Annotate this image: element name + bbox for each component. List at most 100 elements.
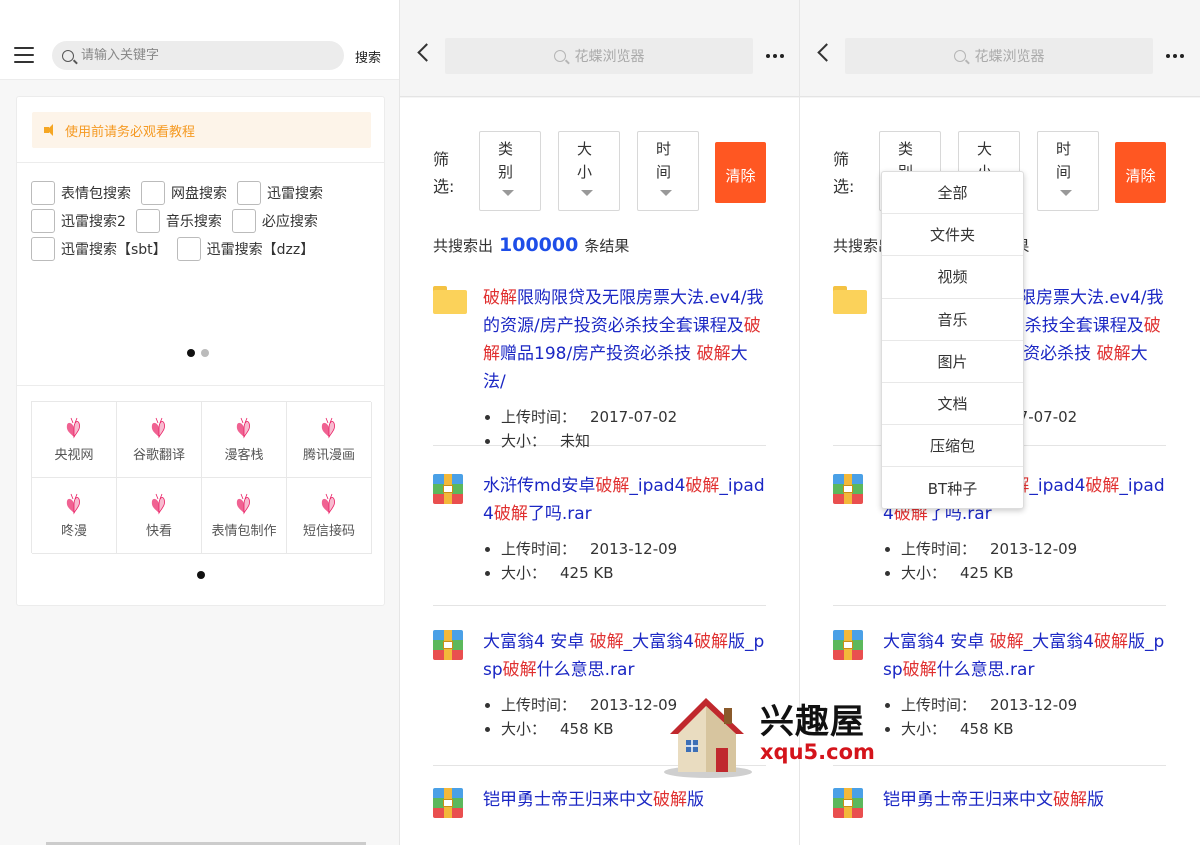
title-highlight: 破解 xyxy=(653,790,687,810)
filter-time[interactable]: 时间 xyxy=(637,131,699,211)
result-item[interactable]: 破解限购限贷及无限房票大法.ev4/我的资源/房产投资必杀技全套课程及破解赠品1… xyxy=(433,284,766,450)
checkbox-thunder-dzz[interactable]: 迅雷搜索【dzz】 xyxy=(176,237,314,261)
filter-label: 筛选: xyxy=(833,150,855,196)
home-screen: 搜索 使用前请务必观看教程 表情包搜索 网盘搜索 迅雷搜索 迅雷搜索2 音乐搜索… xyxy=(0,0,400,845)
title-text: _大富翁4 xyxy=(623,632,694,652)
butterfly-icon xyxy=(321,417,335,438)
checkbox-bing-search[interactable]: 必应搜索 xyxy=(231,209,318,233)
dropdown-option-bt[interactable]: BT种子 xyxy=(882,467,1023,509)
search-icon xyxy=(953,50,966,62)
checkbox-music-search[interactable]: 音乐搜索 xyxy=(135,209,222,233)
filter-label: 筛选: xyxy=(433,150,455,196)
watermark-domain: xqu5.com xyxy=(760,740,875,764)
site-emoji-maker[interactable]: 表情包制作 xyxy=(202,478,287,554)
search-icon xyxy=(553,50,566,62)
title-text: 铠甲勇士帝王归来中文 xyxy=(483,790,653,810)
result-title[interactable]: 水浒传md安卓破解_ipad4破解_ipad4破解了吗.rar xyxy=(483,472,766,528)
dropdown-option-all[interactable]: 全部 xyxy=(882,172,1023,215)
dropdown-option-archive[interactable]: 压缩包 xyxy=(882,425,1023,468)
result-title[interactable]: 铠甲勇士帝王归来中文破解版 xyxy=(883,786,1166,814)
back-arrow-icon[interactable] xyxy=(417,43,436,62)
divider xyxy=(17,385,384,386)
more-icon[interactable] xyxy=(766,54,784,58)
pager-dot[interactable] xyxy=(201,349,209,357)
rar-icon xyxy=(433,474,463,504)
title-text: 水浒传md安卓 xyxy=(483,476,596,496)
notice-banner[interactable]: 使用前请务必观看教程 xyxy=(32,112,371,148)
site-google-translate[interactable]: 谷歌翻译 xyxy=(117,402,202,478)
butterfly-icon xyxy=(236,417,250,438)
rar-icon xyxy=(433,788,463,818)
title-highlight: 破解 xyxy=(693,632,728,652)
filter-size[interactable]: 大小 xyxy=(558,131,620,211)
site-tencent-comic[interactable]: 腾讯漫画 xyxy=(287,402,372,478)
rar-icon xyxy=(833,630,863,660)
file-size: 大小： 458 KB xyxy=(883,718,1166,742)
dropdown-option-folder[interactable]: 文件夹 xyxy=(882,214,1023,257)
result-title[interactable]: 破解限购限贷及无限房票大法.ev4/我的资源/房产投资必杀技全套课程及破解赠品1… xyxy=(483,284,766,396)
title-highlight: 破解 xyxy=(483,288,517,308)
result-count: 共搜索出100000条结果 xyxy=(433,234,630,256)
result-item[interactable]: 铠甲勇士帝王归来中文破解版 xyxy=(833,766,1166,826)
clear-button[interactable]: 清除 xyxy=(1115,142,1166,203)
file-size: 大小： 425 KB xyxy=(883,562,1166,586)
butterfly-icon xyxy=(321,493,335,514)
filter-category[interactable]: 类别 xyxy=(479,131,541,211)
result-item[interactable]: 大富翁4 安卓 破解_大富翁4破解版_psp破解什么意思.rar 上传时间： 20… xyxy=(833,606,1166,766)
checkbox-netdisk-search[interactable]: 网盘搜索 xyxy=(141,181,227,205)
menu-icon[interactable] xyxy=(14,47,34,63)
site-dongman[interactable]: 咚漫 xyxy=(32,478,117,554)
browser-top-bar: 花蝶浏览器 xyxy=(800,0,1200,97)
checkbox-thunder-sbt[interactable]: 迅雷搜索【sbt】 xyxy=(31,237,167,261)
dropdown-option-video[interactable]: 视频 xyxy=(882,256,1023,299)
site-kuaikan[interactable]: 快看 xyxy=(117,478,202,554)
title-highlight: 破解 xyxy=(685,476,720,496)
title-text: 大富翁4 安卓 xyxy=(483,632,590,652)
title-text: 什么意思.rar xyxy=(536,660,635,680)
folder-icon xyxy=(433,286,467,314)
dropdown-option-image[interactable]: 图片 xyxy=(882,341,1023,383)
divider xyxy=(17,162,384,163)
site-sms-code[interactable]: 短信接码 xyxy=(287,478,372,554)
back-arrow-icon[interactable] xyxy=(817,43,836,62)
pager-dots xyxy=(197,571,205,579)
file-size: 大小： 425 KB xyxy=(483,562,766,586)
checkbox-thunder-search[interactable]: 迅雷搜索 xyxy=(237,181,323,205)
butterfly-icon xyxy=(151,417,165,438)
title-text: 限购限贷及无限房票大法.ev4/我的资源/房产投资必杀技全套课程及 xyxy=(483,288,764,336)
search-engine-checkboxes: 表情包搜索 网盘搜索 迅雷搜索 迅雷搜索2 音乐搜索 必应搜索 迅雷搜索【sbt… xyxy=(31,179,376,263)
dropdown-option-music[interactable]: 音乐 xyxy=(882,299,1023,341)
caret-down-icon xyxy=(660,190,672,196)
rar-icon xyxy=(833,474,863,504)
result-item[interactable]: 水浒传md安卓破解_ipad4破解_ipad4破解了吗.rar 上传时间：201… xyxy=(433,446,766,606)
title-highlight: 破解 xyxy=(989,632,1024,652)
pager-dot-active[interactable] xyxy=(187,349,195,357)
result-title[interactable]: 大富翁4 安卓 破解_大富翁4破解版_psp破解什么意思.rar xyxy=(483,628,766,684)
site-manke[interactable]: 漫客栈 xyxy=(202,402,287,478)
upload-time: 上传时间： 2013-12-09 xyxy=(883,694,1166,718)
title-highlight: 破解 xyxy=(589,632,624,652)
speaker-icon xyxy=(44,124,56,136)
dropdown-option-document[interactable]: 文档 xyxy=(882,383,1023,426)
checkbox-thunder-search-2[interactable]: 迅雷搜索2 xyxy=(31,209,126,233)
title-text: 了吗.rar xyxy=(527,504,592,524)
address-bar[interactable]: 花蝶浏览器 xyxy=(445,38,753,74)
folder-icon xyxy=(833,286,867,314)
filter-time[interactable]: 时间 xyxy=(1037,131,1099,211)
search-box[interactable] xyxy=(52,41,344,70)
caret-down-icon xyxy=(581,190,593,196)
search-button[interactable]: 搜索 xyxy=(355,47,381,66)
browser-top-bar: 花蝶浏览器 xyxy=(400,0,799,97)
caret-down-icon xyxy=(502,190,514,196)
title-highlight: 破解 xyxy=(493,504,528,524)
checkbox-emoji-search[interactable]: 表情包搜索 xyxy=(31,181,131,205)
more-icon[interactable] xyxy=(1166,54,1184,58)
address-bar[interactable]: 花蝶浏览器 xyxy=(845,38,1153,74)
site-cctv[interactable]: 央视网 xyxy=(32,402,117,478)
pager-dot-active[interactable] xyxy=(197,571,205,579)
clear-button[interactable]: 清除 xyxy=(715,142,766,203)
search-input[interactable] xyxy=(81,48,321,63)
result-title[interactable]: 大富翁4 安卓 破解_大富翁4破解版_psp破解什么意思.rar xyxy=(883,628,1166,684)
upload-time: 上传时间： 2013-12-09 xyxy=(883,538,1166,562)
result-title[interactable]: 铠甲勇士帝王归来中文破解版 xyxy=(483,786,766,814)
